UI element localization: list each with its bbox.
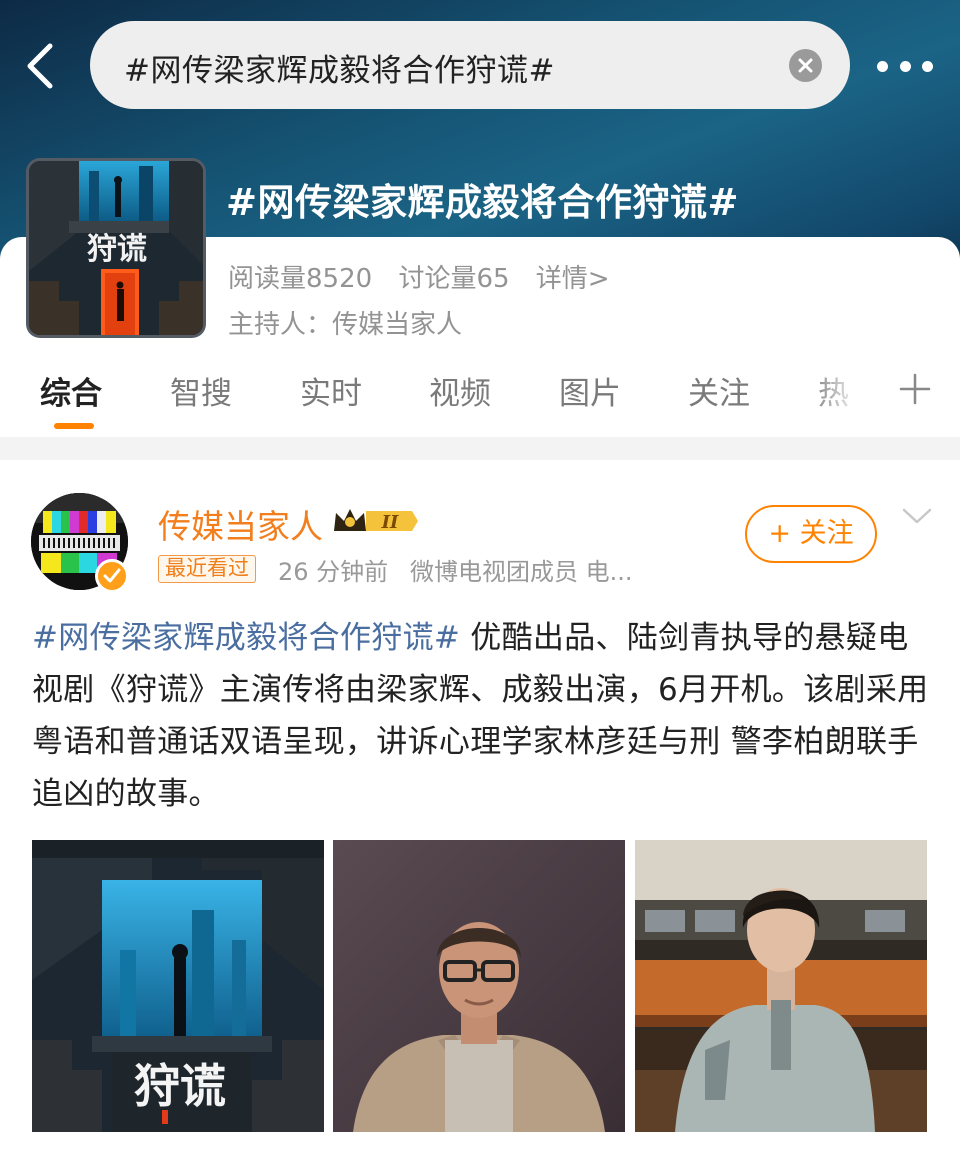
tab-video[interactable]: 视频 [429,368,491,413]
level-text: II [381,512,399,533]
post-source: 微博电视团成员 电... [410,558,633,586]
post-menu-button[interactable] [902,506,932,526]
more-dot-icon [899,60,911,72]
recently-viewed-tag: 最近看过 [158,555,256,583]
post-image-poster[interactable]: 狩谎 [32,840,324,1132]
active-tab-indicator [54,423,94,429]
cover-title-text: 狩谎 [87,232,147,267]
topic-cover-image[interactable]: 狩谎 [26,158,206,338]
chevron-left-icon [27,43,53,89]
more-button[interactable] [877,57,933,75]
details-link[interactable]: 详情> [536,264,610,294]
search-query: #网传梁家辉成毅将合作狩谎# [124,53,555,89]
tab-realtime[interactable]: 实时 [300,368,362,413]
post-image-actor-2[interactable] [635,840,927,1132]
post-hashtag-link[interactable]: #网传梁家辉成毅将合作狩谎# [32,620,460,656]
add-tab-button[interactable] [898,372,932,406]
discussion-count: 讨论量65 [398,264,510,294]
topic-host: 主持人：传媒当家人 [228,310,463,340]
cover-poster-art: 狩谎 [29,161,203,335]
tab-scroll-fade [810,368,870,418]
tab-smart-search[interactable]: 智搜 [170,368,232,413]
clear-search-button[interactable] [789,49,822,82]
post-body: #网传梁家辉成毅将合作狩谎# 优酷出品、陆剑青执导的悬疑电视剧《狩谎》主演传将由… [32,612,932,820]
read-count: 阅读量8520 [228,264,373,294]
verified-badge [95,559,129,593]
topic-title: #网传梁家辉成毅将合作狩谎# [226,181,740,224]
topic-stats: 阅读量8520 讨论量65 详情> [228,258,628,295]
chevron-down-icon [902,508,932,524]
poster-title-text: 狩谎 [134,1059,226,1113]
post-time: 26 分钟前 [278,558,389,586]
search-input[interactable]: #网传梁家辉成毅将合作狩谎# [90,21,850,109]
tab-comprehensive[interactable]: 综合 [40,368,102,413]
post-image-actor-1[interactable] [333,840,625,1132]
clear-icon [798,58,813,73]
member-level-badge: II [332,505,418,537]
author-name[interactable]: 传媒当家人 [158,500,323,548]
plus-icon [899,373,931,405]
more-dot-icon [877,60,888,72]
more-dot-icon [922,60,933,72]
back-button[interactable] [22,42,62,90]
post-image-grid: 狩谎 [32,840,927,1132]
crown-icon [334,509,366,531]
follow-button[interactable]: + 关注 [745,505,877,563]
tab-images[interactable]: 图片 [559,368,621,413]
verified-badge-icon [103,568,121,583]
tab-following[interactable]: 关注 [688,368,750,413]
